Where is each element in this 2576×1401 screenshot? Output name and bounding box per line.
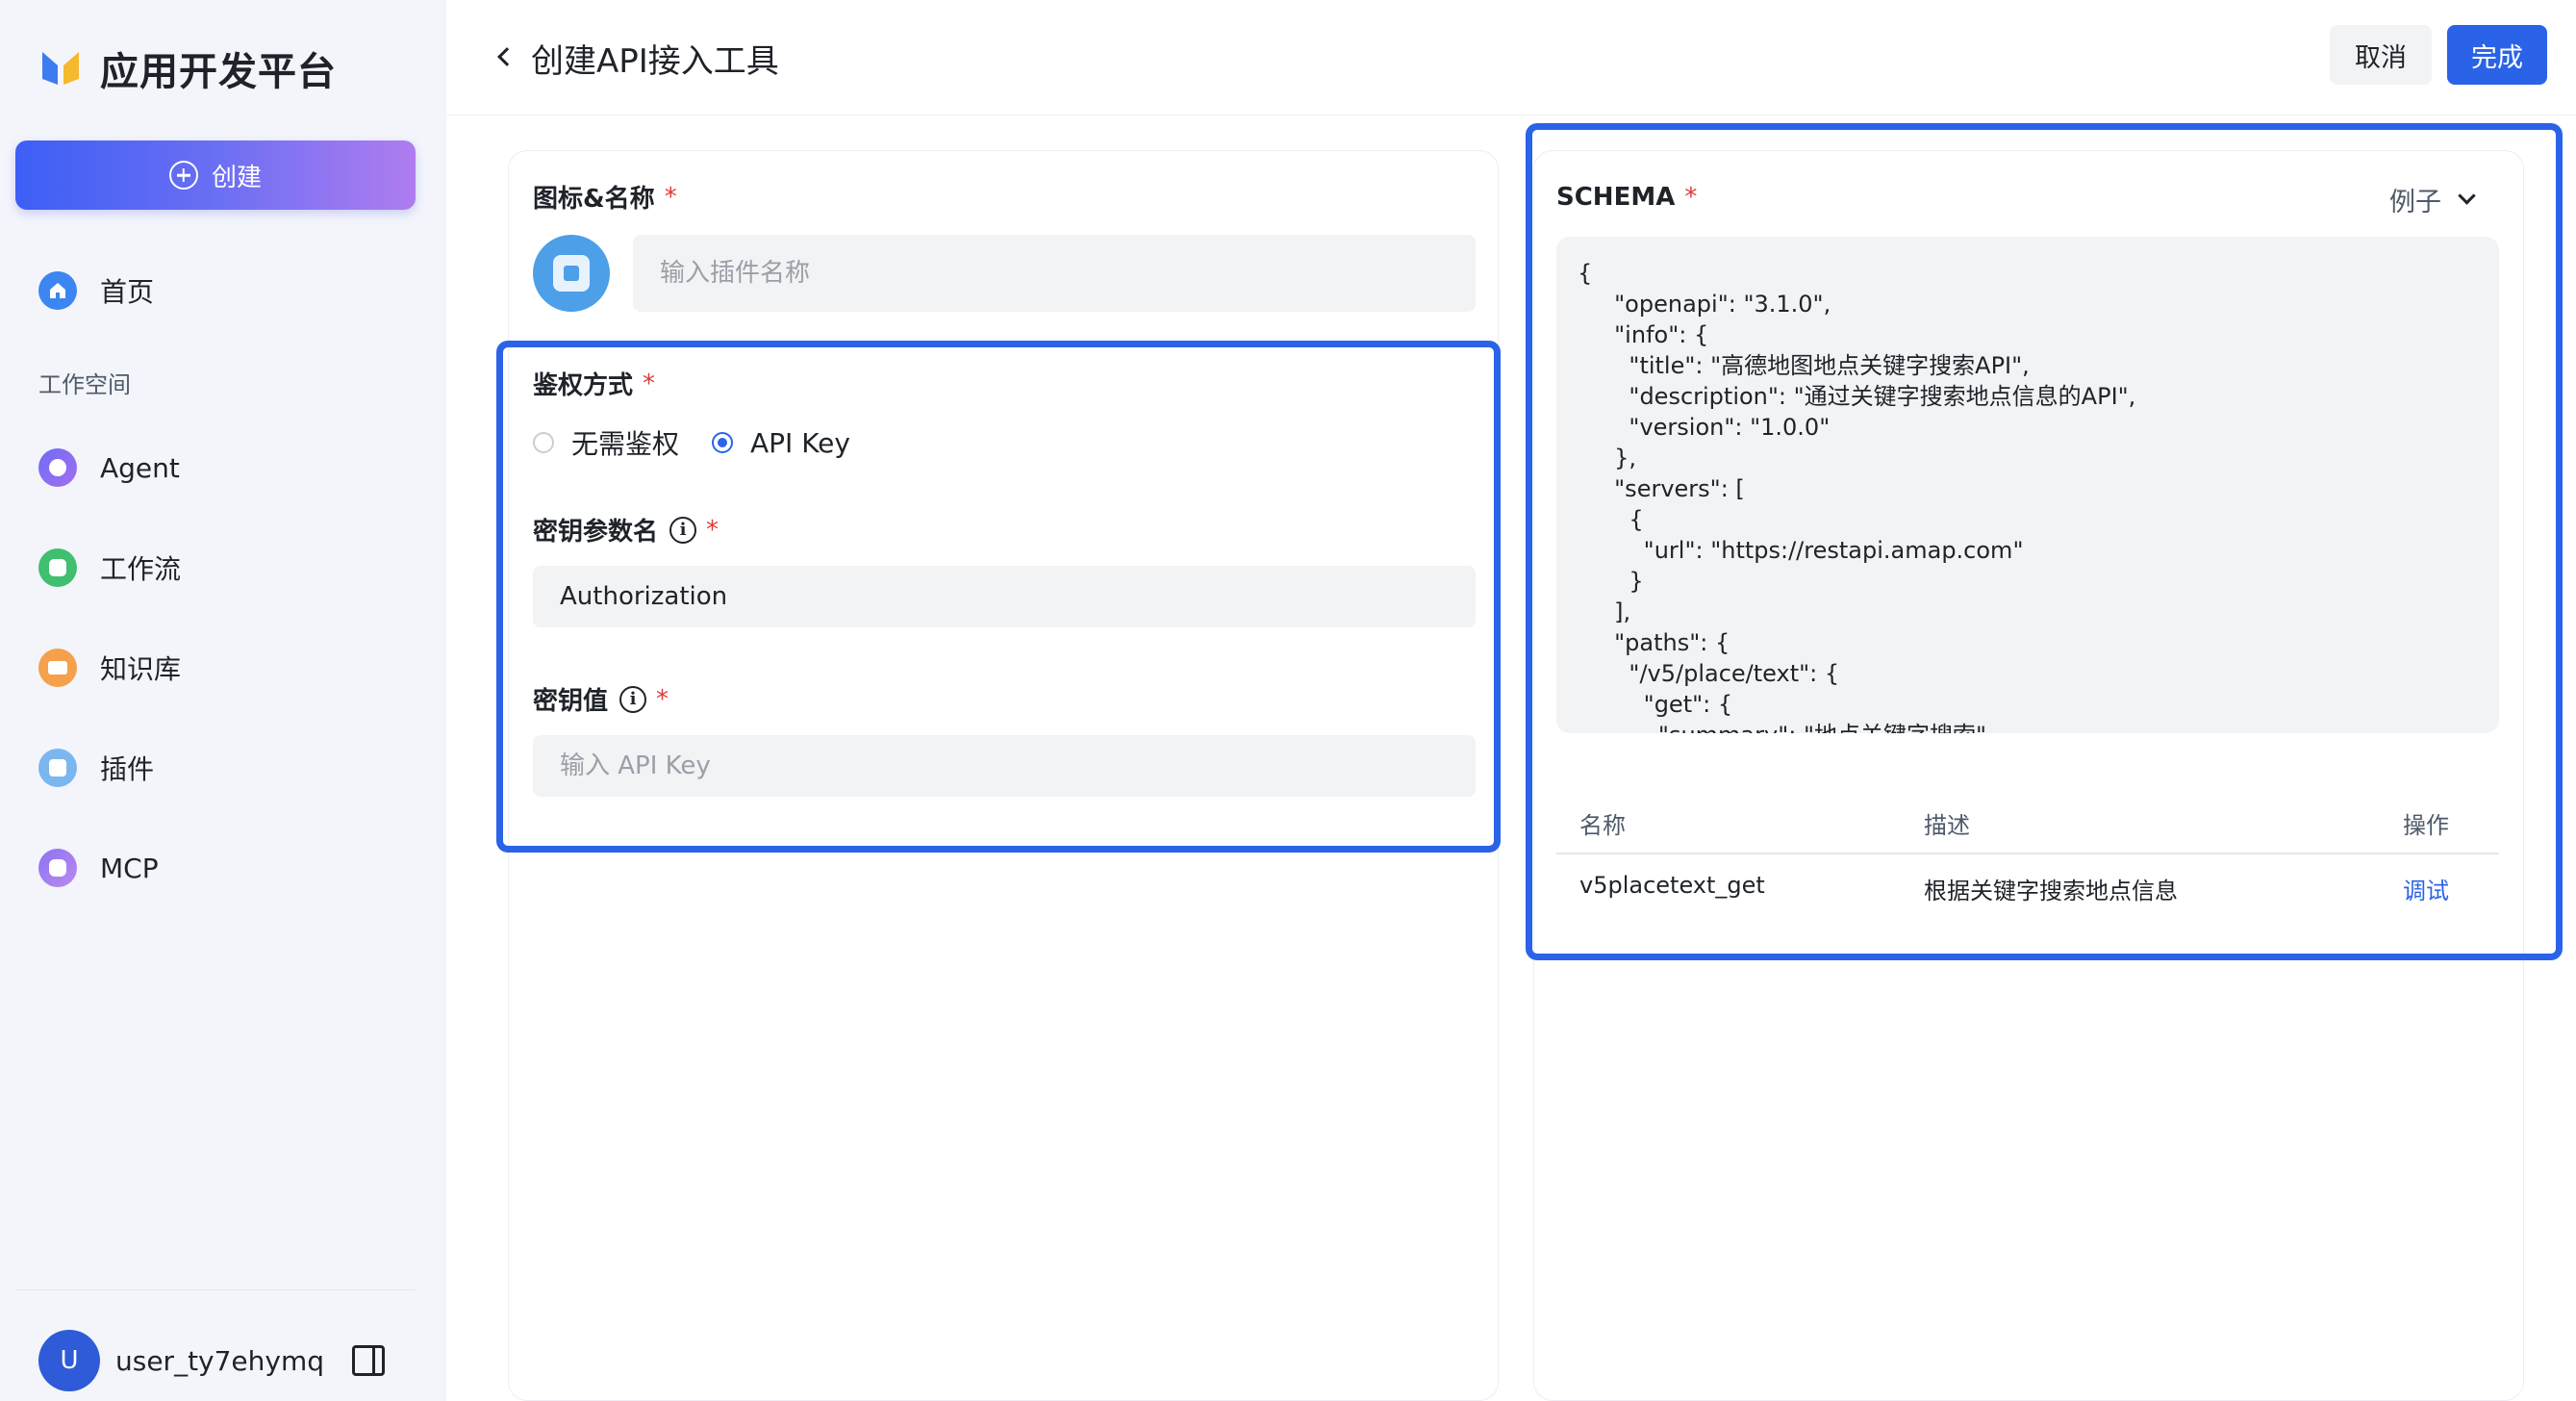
example-dropdown[interactable]: 例子 bbox=[2389, 181, 2476, 218]
workspace-section-label: 工作空间 bbox=[38, 371, 131, 398]
column-header-desc: 描述 bbox=[1924, 812, 1970, 839]
brand-name: 应用开发平台 bbox=[100, 50, 337, 94]
plugin-name-input[interactable] bbox=[633, 235, 1476, 312]
radio-api-key-label[interactable]: API Key bbox=[750, 427, 850, 459]
required-mark: * bbox=[643, 369, 656, 398]
cancel-button[interactable]: 取消 bbox=[2330, 25, 2432, 85]
home-icon bbox=[38, 271, 77, 310]
tool-desc-cell: 根据关键字搜索地点信息 bbox=[1924, 878, 2178, 904]
sidebar-item-label: 首页 bbox=[100, 276, 155, 308]
info-icon[interactable]: i bbox=[669, 516, 697, 544]
done-button[interactable]: 完成 bbox=[2447, 25, 2547, 85]
tool-name-cell: v5placetext_get bbox=[1579, 872, 1765, 899]
required-mark: * bbox=[656, 684, 669, 714]
back-icon[interactable] bbox=[492, 42, 521, 71]
panel-toggle-icon[interactable] bbox=[352, 1345, 385, 1376]
schema-label: SCHEMA * bbox=[1556, 183, 1698, 212]
puzzle-icon bbox=[38, 749, 77, 787]
create-button-label: 创建 bbox=[211, 163, 262, 192]
create-button[interactable]: 创建 bbox=[15, 140, 416, 210]
icon-name-label: 图标&名称 * bbox=[533, 182, 677, 215]
user-profile[interactable]: U user_ty7ehymq bbox=[38, 1330, 324, 1391]
chevron-down-icon bbox=[2458, 187, 2476, 205]
key-param-label: 密钥参数名 i * bbox=[533, 515, 720, 548]
sidebar-item-mcp[interactable]: MCP bbox=[38, 849, 159, 887]
plus-circle-icon bbox=[168, 161, 198, 190]
required-mark: * bbox=[1684, 183, 1698, 212]
sidebar-item-label: 工作流 bbox=[100, 553, 182, 585]
plugin-avatar-icon[interactable] bbox=[533, 235, 610, 312]
sidebar-item-workflow[interactable]: 工作流 bbox=[38, 548, 181, 587]
page-header: 创建API接入工具 bbox=[446, 0, 2576, 115]
sidebar-item-knowledge[interactable]: 知识库 bbox=[38, 649, 181, 687]
auth-method-radio-group: 无需鉴权 API Key bbox=[533, 423, 883, 462]
radio-no-auth-label[interactable]: 无需鉴权 bbox=[571, 423, 679, 462]
schema-editor[interactable]: { "openapi": "3.1.0", "info": { "title":… bbox=[1556, 237, 2499, 733]
sidebar-item-home[interactable]: 首页 bbox=[38, 271, 154, 310]
sidebar-item-label: Agent bbox=[100, 451, 180, 484]
schema-code: { "openapi": "3.1.0", "info": { "title":… bbox=[1578, 260, 2136, 733]
auth-method-label: 鉴权方式 * bbox=[533, 369, 656, 401]
workflow-icon bbox=[38, 548, 77, 587]
sidebar: 应用开发平台 创建 首页 工作空间 Agent 工作流 知识库 插件 MCP U… bbox=[0, 0, 446, 1401]
required-mark: * bbox=[664, 182, 677, 212]
agent-icon bbox=[38, 448, 77, 487]
sidebar-divider bbox=[15, 1289, 416, 1290]
column-header-action: 操作 bbox=[2403, 812, 2449, 839]
page-title: 创建API接入工具 bbox=[531, 42, 779, 81]
sidebar-item-plugins[interactable]: 插件 bbox=[38, 749, 154, 787]
mcp-icon bbox=[38, 849, 77, 887]
sidebar-item-label: 插件 bbox=[100, 753, 155, 785]
user-name: user_ty7ehymq bbox=[115, 1344, 325, 1377]
key-param-input[interactable] bbox=[533, 566, 1476, 627]
brand[interactable]: 应用开发平台 bbox=[38, 40, 337, 96]
sidebar-item-label: 知识库 bbox=[100, 653, 182, 685]
required-mark: * bbox=[706, 515, 720, 545]
key-value-label: 密钥值 i * bbox=[533, 684, 669, 717]
avatar[interactable]: U bbox=[38, 1330, 100, 1391]
column-header-name: 名称 bbox=[1579, 812, 1626, 839]
debug-link[interactable]: 调试 bbox=[2403, 872, 2449, 905]
sidebar-item-agent[interactable]: Agent bbox=[38, 448, 180, 487]
table-divider bbox=[1556, 853, 2499, 854]
radio-api-key[interactable] bbox=[712, 432, 734, 453]
sidebar-item-label: MCP bbox=[100, 852, 159, 884]
api-key-input[interactable] bbox=[533, 735, 1476, 797]
example-dropdown-label: 例子 bbox=[2389, 188, 2441, 217]
radio-no-auth[interactable] bbox=[533, 432, 554, 453]
logo-icon bbox=[42, 52, 79, 85]
book-icon bbox=[38, 649, 77, 687]
info-icon[interactable]: i bbox=[619, 685, 647, 713]
